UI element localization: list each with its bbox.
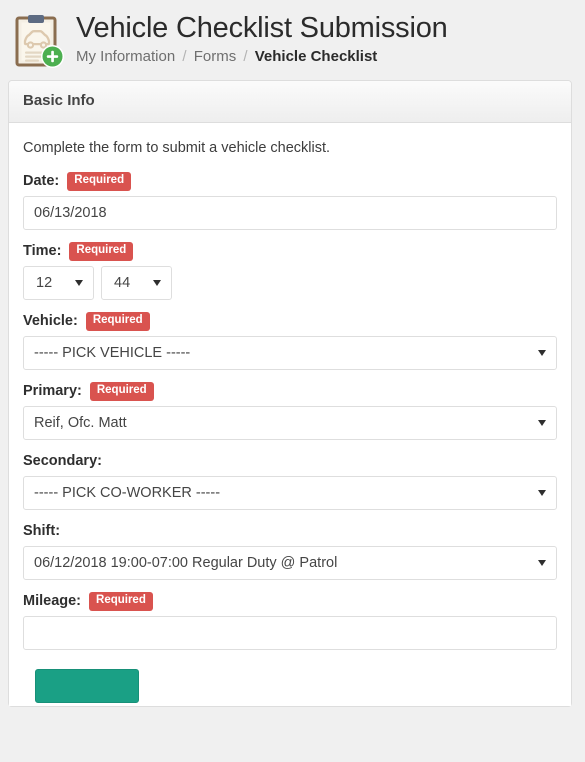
mileage-label-row: Mileage: Required <box>23 591 557 611</box>
form-group-mileage: Mileage: Required <box>23 591 557 651</box>
shift-select[interactable]: 06/12/2018 19:00-07:00 Regular Duty @ Pa… <box>23 546 557 581</box>
breadcrumb-item-my-information[interactable]: My Information <box>76 48 175 65</box>
mileage-input[interactable] <box>23 616 557 651</box>
submit-button[interactable] <box>35 669 139 704</box>
time-hour-value: 12 <box>36 275 53 292</box>
date-label: Date: <box>23 173 60 190</box>
date-required-badge: Required <box>67 172 132 191</box>
submit-row <box>23 661 557 706</box>
breadcrumb-separator: / <box>182 48 187 66</box>
breadcrumb: My Information / Forms / Vehicle Checkli… <box>76 47 448 67</box>
secondary-select[interactable]: ----- PICK CO-WORKER ----- <box>23 476 557 511</box>
date-input[interactable]: 06/13/2018 <box>23 196 557 231</box>
form-group-primary: Primary: Required Reif, Ofc. Matt <box>23 381 557 441</box>
form-intro-text: Complete the form to submit a vehicle ch… <box>23 139 331 156</box>
header-text-block: Vehicle Checklist Submission My Informat… <box>66 12 448 67</box>
form-group-vehicle: Vehicle: Required ----- PICK VEHICLE ---… <box>23 311 557 371</box>
secondary-label-row: Secondary: <box>23 451 557 471</box>
panel-heading: Basic Info <box>9 81 571 123</box>
time-label-row: Time: Required <box>23 241 557 261</box>
vehicle-select-value: ----- PICK VEHICLE ----- <box>34 345 191 362</box>
page-header: Vehicle Checklist Submission My Informat… <box>0 0 585 80</box>
time-selects-row: 12 44 <box>23 266 557 301</box>
shift-label-row: Shift: <box>23 521 557 541</box>
basic-info-panel: Basic Info Complete the form to submit a… <box>8 80 572 708</box>
chevron-down-icon <box>538 490 546 497</box>
panel-body: Complete the form to submit a vehicle ch… <box>9 122 571 707</box>
form-group-shift: Shift: 06/12/2018 19:00-07:00 Regular Du… <box>23 521 557 581</box>
secondary-label: Secondary: <box>23 453 102 470</box>
shift-label: Shift: <box>23 523 61 540</box>
primary-label: Primary: <box>23 383 82 400</box>
date-label-row: Date: Required <box>23 171 557 191</box>
time-required-badge: Required <box>69 242 134 261</box>
chevron-down-icon <box>153 280 161 287</box>
breadcrumb-item-forms[interactable]: Forms <box>194 48 237 65</box>
chevron-down-icon <box>538 560 546 567</box>
primary-select[interactable]: Reif, Ofc. Matt <box>23 406 557 441</box>
breadcrumb-separator: / <box>243 48 248 66</box>
breadcrumb-item-vehicle-checklist: Vehicle Checklist <box>254 48 378 66</box>
page-title: Vehicle Checklist Submission <box>76 12 448 44</box>
vehicle-label-row: Vehicle: Required <box>23 311 557 331</box>
time-minute-value: 44 <box>114 275 131 292</box>
primary-select-value: Reif, Ofc. Matt <box>34 415 127 432</box>
primary-required-badge: Required <box>89 382 154 401</box>
shift-select-value: 06/12/2018 19:00-07:00 Regular Duty @ Pa… <box>34 555 338 572</box>
time-minute-select[interactable]: 44 <box>101 266 172 301</box>
vehicle-select[interactable]: ----- PICK VEHICLE ----- <box>23 336 557 371</box>
time-label: Time: <box>23 243 62 260</box>
vehicle-required-badge: Required <box>85 312 150 331</box>
chevron-down-icon <box>75 280 83 287</box>
mileage-label: Mileage: <box>23 593 82 610</box>
vehicle-label: Vehicle: <box>23 313 78 330</box>
panel-heading-title: Basic Info <box>23 92 95 109</box>
chevron-down-icon <box>538 420 546 427</box>
time-hour-select[interactable]: 12 <box>23 266 94 301</box>
secondary-select-value: ----- PICK CO-WORKER ----- <box>34 485 221 502</box>
chevron-down-icon <box>538 350 546 357</box>
primary-label-row: Primary: Required <box>23 381 557 401</box>
clipboard-car-add-icon <box>14 14 66 70</box>
form-group-date: Date: Required 06/13/2018 <box>23 171 557 231</box>
mileage-required-badge: Required <box>89 592 153 611</box>
form-group-time: Time: Required 12 44 <box>23 241 557 301</box>
form-group-secondary: Secondary: ----- PICK CO-WORKER ----- <box>23 451 557 511</box>
